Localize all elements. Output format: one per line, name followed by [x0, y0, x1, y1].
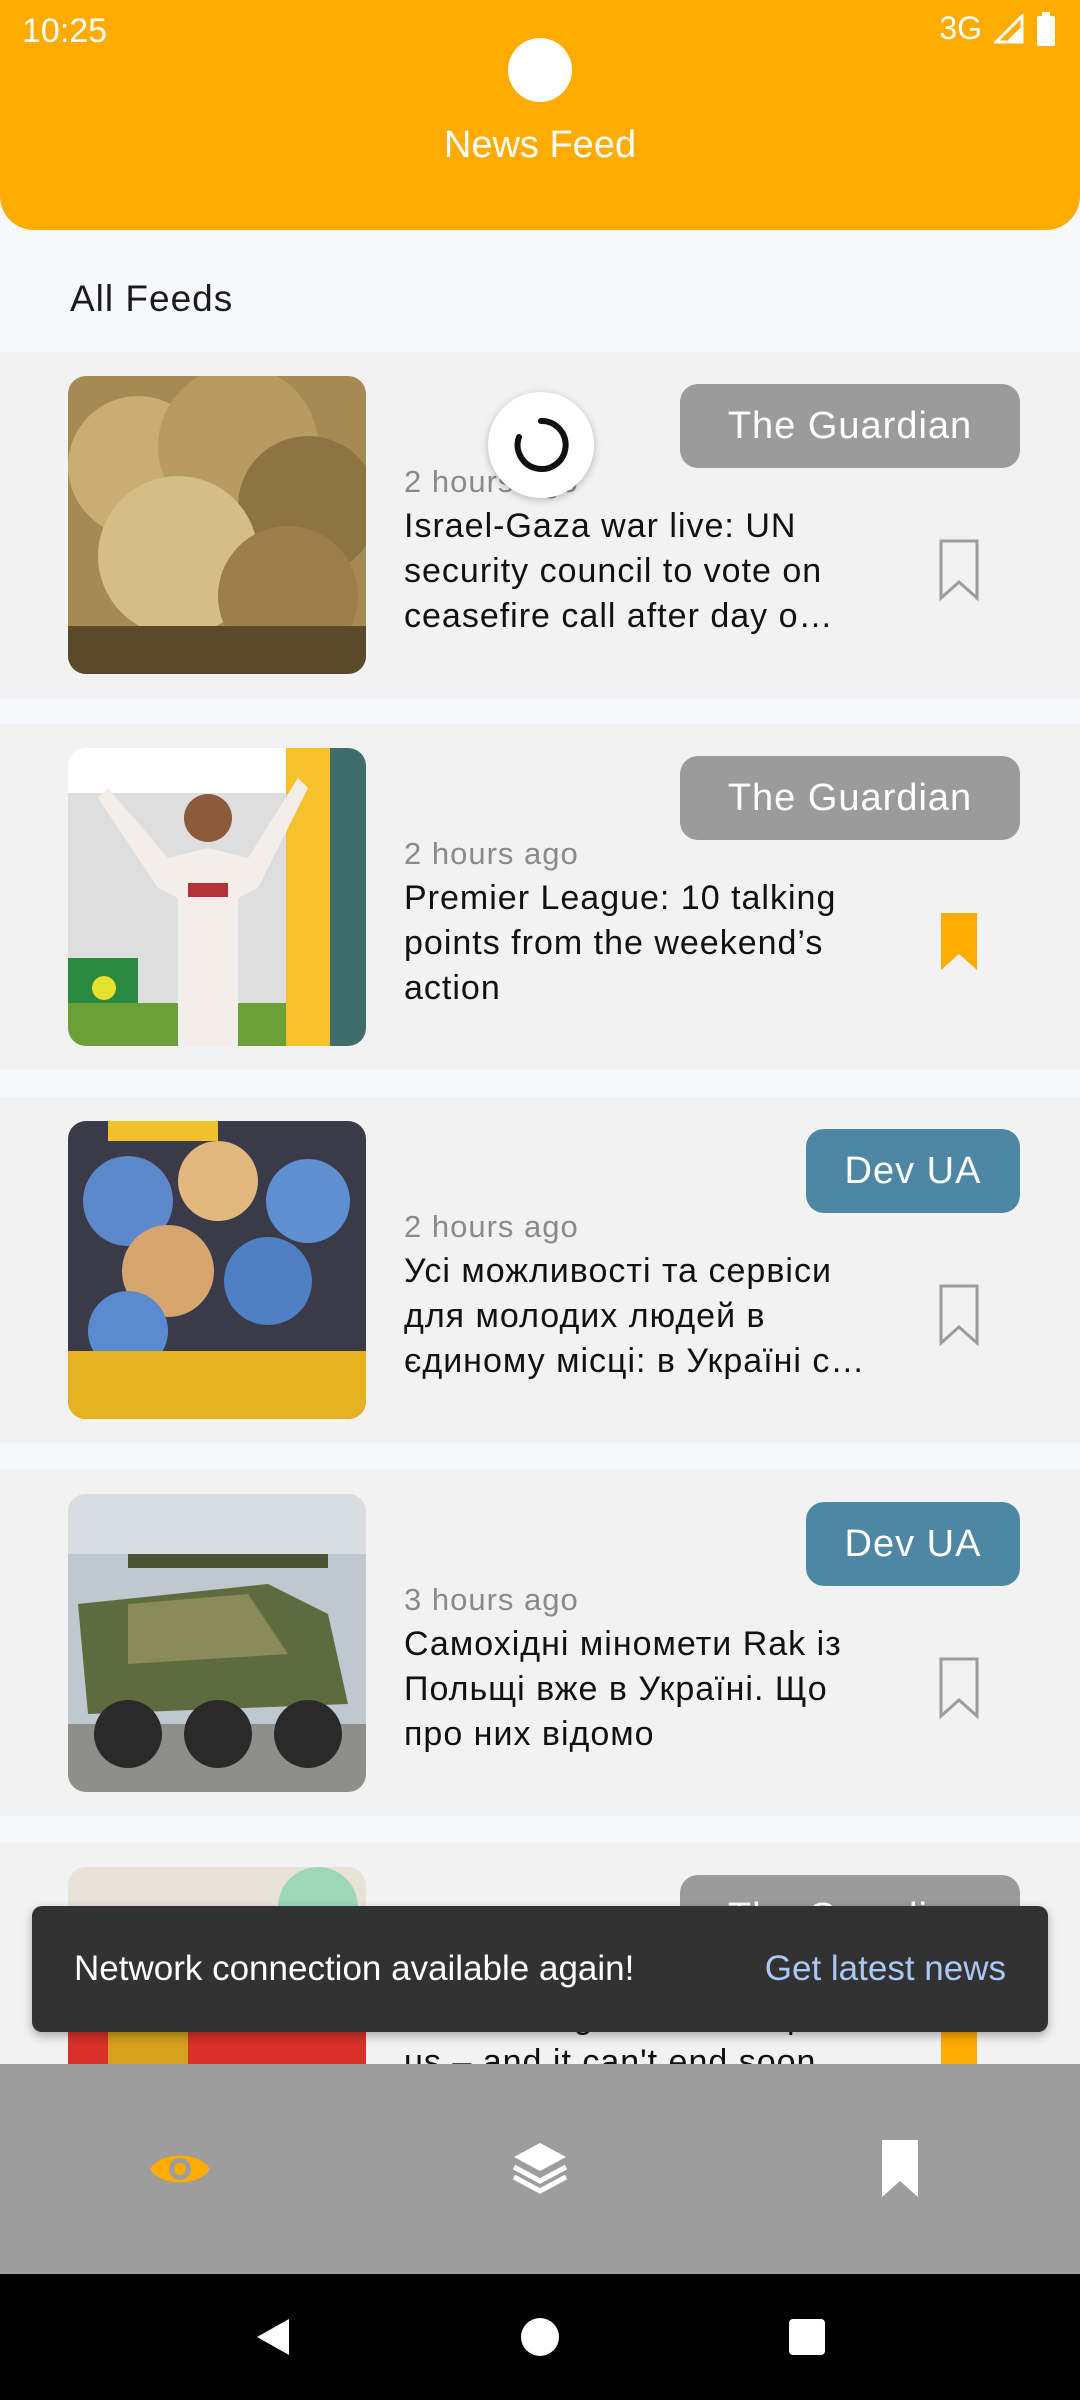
status-icons: 3G [939, 10, 1056, 47]
system-navigation-bar [0, 2274, 1080, 2400]
article-image [68, 376, 366, 674]
bookmark-outline-icon[interactable] [938, 1656, 980, 1720]
bookmark-outline-icon[interactable] [938, 1283, 980, 1347]
bookmark-icon [882, 2140, 918, 2197]
spinner-icon [514, 417, 569, 472]
article-title: Усі можливості та сервіси для молодих лю… [404, 1252, 866, 1380]
news-feed-screen: 10:25 3G News Feed All Feeds The Guardia… [0, 0, 1080, 2400]
article-time: 3 hours ago [404, 1582, 579, 1617]
status-time: 10:25 [22, 12, 108, 50]
article-time: 2 hours ago [404, 1209, 579, 1244]
app-header: 10:25 3G News Feed [0, 0, 1080, 230]
source-badge: The Guardian [680, 756, 1020, 840]
article-image [68, 1494, 366, 1792]
feed-item[interactable]: Dev UA 3 hours ago Самохідні міномети Ra… [0, 1470, 1080, 1816]
header-logo [508, 38, 572, 102]
bookmark-filled-icon[interactable] [938, 910, 980, 974]
nav-sources[interactable] [480, 2109, 600, 2229]
section-title: All Feeds [70, 278, 234, 319]
home-icon[interactable] [518, 2315, 562, 2359]
nav-feed[interactable] [120, 2109, 240, 2229]
layers-icon [512, 2143, 568, 2194]
eye-icon [150, 2155, 210, 2183]
network-type: 3G [939, 10, 982, 46]
source-badge: The Guardian [680, 384, 1020, 468]
bottom-navigation [0, 2064, 1080, 2274]
article-image [68, 1121, 366, 1419]
signal-icon [994, 13, 1024, 43]
back-icon[interactable] [251, 2315, 295, 2359]
snackbar: Network connection available again! Get … [32, 1906, 1048, 2032]
snackbar-message: Network connection available again! [74, 1949, 635, 1988]
get-latest-news-button[interactable]: Get latest news [765, 1949, 1006, 1989]
source-badge: Dev UA [806, 1129, 1020, 1213]
battery-icon [1037, 11, 1055, 46]
article-title: Israel-Gaza war live: UN security counci… [404, 507, 834, 635]
article-image [68, 748, 366, 1046]
article-title: Premier League: 10 talking points from t… [404, 879, 837, 1007]
article-title: Самохідні міномети Rak із Польщі вже в У… [404, 1625, 842, 1753]
recents-icon[interactable] [785, 2315, 829, 2359]
feed-item[interactable]: The Guardian 2 hours ago Premier League:… [0, 724, 1080, 1070]
article-time: 2 hours ago [404, 836, 579, 871]
feed-item[interactable]: Dev UA 2 hours ago Усі можливості та сер… [0, 1097, 1080, 1443]
nav-bookmarks[interactable] [840, 2109, 960, 2229]
page-title: News Feed [443, 124, 637, 166]
loading-spinner [488, 392, 594, 498]
source-badge: Dev UA [806, 1502, 1020, 1586]
bookmark-outline-icon[interactable] [938, 538, 980, 602]
